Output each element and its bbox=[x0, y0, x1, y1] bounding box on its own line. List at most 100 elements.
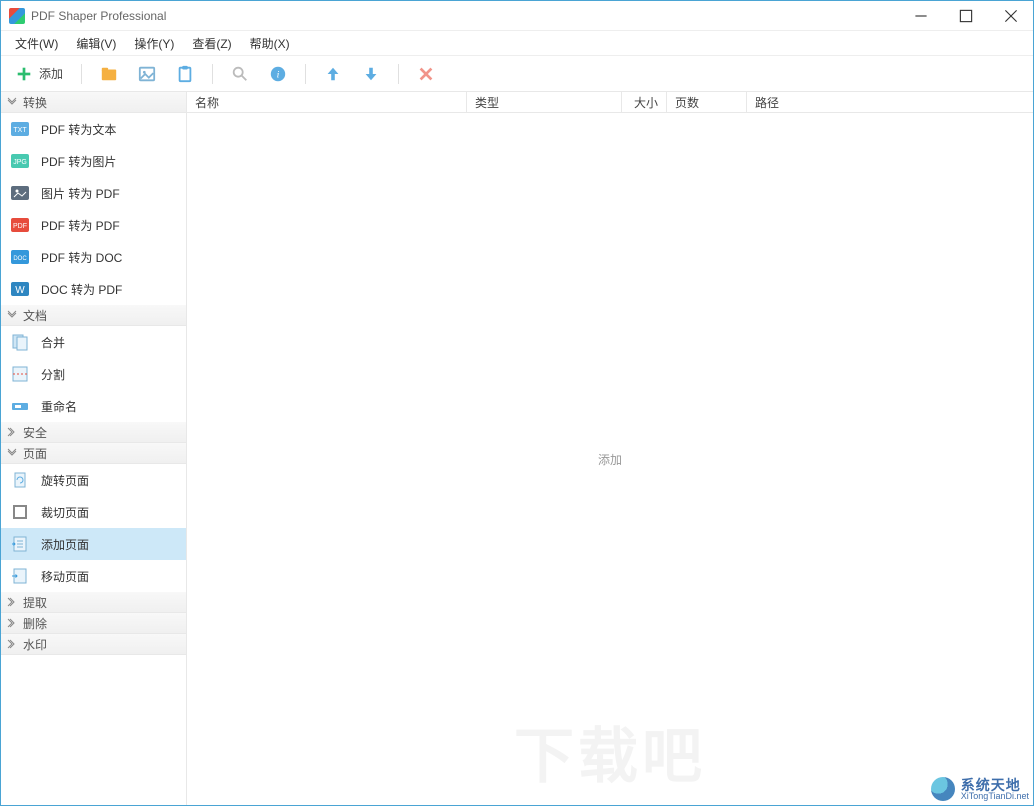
folder-button[interactable] bbox=[94, 60, 124, 88]
info-button[interactable]: i bbox=[263, 60, 293, 88]
col-pages[interactable]: 页数 bbox=[667, 92, 747, 112]
menu-view[interactable]: 查看(Z) bbox=[184, 32, 239, 55]
chevron-right-icon bbox=[7, 427, 17, 437]
menu-action[interactable]: 操作(Y) bbox=[126, 32, 182, 55]
image-icon bbox=[138, 65, 156, 83]
image-file-icon bbox=[11, 184, 29, 202]
app-icon bbox=[9, 8, 25, 24]
group-label: 页面 bbox=[23, 445, 47, 462]
svg-text:DOC: DOC bbox=[13, 256, 27, 262]
list-area: 名称 类型 大小 页数 路径 添加 下载吧 系统天地 XiTongTianDi.… bbox=[187, 92, 1033, 805]
group-label: 提取 bbox=[23, 594, 47, 611]
group-header-watermark[interactable]: 水印 bbox=[1, 634, 186, 655]
sidebar-item-doc-to-pdf[interactable]: W DOC 转为 PDF bbox=[1, 273, 186, 305]
add-button-label: 添加 bbox=[39, 65, 63, 82]
remove-button[interactable] bbox=[411, 60, 441, 88]
chevron-down-icon bbox=[7, 448, 17, 458]
sidebar-item-move-page[interactable]: 移动页面 bbox=[1, 560, 186, 592]
sidebar-item-rotate-page[interactable]: 旋转页面 bbox=[1, 464, 186, 496]
sidebar-item-label: 图片 转为 PDF bbox=[41, 185, 120, 202]
sidebar-item-image-to-pdf[interactable]: 图片 转为 PDF bbox=[1, 177, 186, 209]
group-header-convert[interactable]: 转换 bbox=[1, 92, 186, 113]
group-header-delete[interactable]: 删除 bbox=[1, 613, 186, 634]
svg-text:W: W bbox=[15, 285, 25, 296]
sidebar-item-split[interactable]: 分割 bbox=[1, 358, 186, 390]
col-path[interactable]: 路径 bbox=[747, 92, 1033, 112]
toolbar: 添加 i bbox=[1, 56, 1033, 92]
group-header-security[interactable]: 安全 bbox=[1, 422, 186, 443]
maximize-button[interactable] bbox=[943, 1, 988, 31]
sidebar-item-crop-page[interactable]: 裁切页面 bbox=[1, 496, 186, 528]
sidebar-item-label: 合并 bbox=[41, 334, 65, 351]
menu-help[interactable]: 帮助(X) bbox=[242, 32, 298, 55]
menubar: 文件(W) 编辑(V) 操作(Y) 查看(Z) 帮助(X) bbox=[1, 31, 1033, 56]
content: 转换 TXT PDF 转为文本 JPG PDF 转为图片 图片 转为 PDF P… bbox=[1, 92, 1033, 805]
sidebar-item-pdf-to-image[interactable]: JPG PDF 转为图片 bbox=[1, 145, 186, 177]
sidebar-item-label: DOC 转为 PDF bbox=[41, 281, 122, 298]
search-icon bbox=[231, 65, 249, 83]
word-icon: W bbox=[11, 280, 29, 298]
sidebar-item-label: PDF 转为 DOC bbox=[41, 249, 122, 266]
group-header-page[interactable]: 页面 bbox=[1, 443, 186, 464]
sidebar-item-label: 裁切页面 bbox=[41, 504, 89, 521]
list-placeholder: 添加 bbox=[598, 451, 622, 468]
sidebar: 转换 TXT PDF 转为文本 JPG PDF 转为图片 图片 转为 PDF P… bbox=[1, 92, 187, 805]
watermark-subtitle: XiTongTianDi.net bbox=[961, 792, 1029, 801]
sidebar-item-merge[interactable]: 合并 bbox=[1, 326, 186, 358]
col-type[interactable]: 类型 bbox=[467, 92, 622, 112]
merge-icon bbox=[11, 333, 29, 351]
sidebar-item-add-page[interactable]: 添加页面 bbox=[1, 528, 186, 560]
col-size[interactable]: 大小 bbox=[622, 92, 667, 112]
info-icon: i bbox=[269, 65, 287, 83]
sidebar-item-rename[interactable]: 重命名 bbox=[1, 390, 186, 422]
svg-text:JPG: JPG bbox=[13, 159, 27, 166]
add-page-icon bbox=[11, 535, 29, 553]
sidebar-item-label: 重命名 bbox=[41, 398, 77, 415]
list-body[interactable]: 添加 bbox=[187, 113, 1033, 805]
move-up-button[interactable] bbox=[318, 60, 348, 88]
sidebar-item-pdf-to-pdf[interactable]: PDF PDF 转为 PDF bbox=[1, 209, 186, 241]
arrow-down-icon bbox=[362, 65, 380, 83]
plus-icon bbox=[15, 65, 33, 83]
rotate-icon bbox=[11, 471, 29, 489]
image-button[interactable] bbox=[132, 60, 162, 88]
sidebar-item-label: 移动页面 bbox=[41, 568, 89, 585]
group-label: 文档 bbox=[23, 307, 47, 324]
svg-text:TXT: TXT bbox=[13, 127, 27, 134]
menu-edit[interactable]: 编辑(V) bbox=[68, 32, 124, 55]
clipboard-icon bbox=[176, 65, 194, 83]
toolbar-separator bbox=[212, 64, 213, 84]
svg-text:i: i bbox=[277, 69, 280, 80]
sidebar-item-pdf-to-doc[interactable]: DOC PDF 转为 DOC bbox=[1, 241, 186, 273]
group-label: 删除 bbox=[23, 615, 47, 632]
move-page-icon bbox=[11, 567, 29, 585]
crop-icon bbox=[11, 503, 29, 521]
col-name[interactable]: 名称 bbox=[187, 92, 467, 112]
watermark-logo-icon bbox=[931, 777, 955, 801]
group-header-document[interactable]: 文档 bbox=[1, 305, 186, 326]
window-controls bbox=[898, 1, 1033, 31]
sidebar-item-label: PDF 转为文本 bbox=[41, 121, 116, 138]
group-header-extract[interactable]: 提取 bbox=[1, 592, 186, 613]
toolbar-separator bbox=[305, 64, 306, 84]
svg-text:PDF: PDF bbox=[13, 223, 27, 230]
close-button[interactable] bbox=[988, 1, 1033, 31]
txt-icon: TXT bbox=[11, 120, 29, 138]
chevron-down-icon bbox=[7, 310, 17, 320]
paste-button[interactable] bbox=[170, 60, 200, 88]
sidebar-item-label: 分割 bbox=[41, 366, 65, 383]
close-icon bbox=[1002, 7, 1020, 25]
search-button[interactable] bbox=[225, 60, 255, 88]
chevron-right-icon bbox=[7, 597, 17, 607]
toolbar-separator bbox=[398, 64, 399, 84]
minimize-button[interactable] bbox=[898, 1, 943, 31]
add-button[interactable]: 添加 bbox=[9, 60, 69, 88]
group-label: 水印 bbox=[23, 636, 47, 653]
menu-file[interactable]: 文件(W) bbox=[7, 32, 66, 55]
sidebar-item-pdf-to-text[interactable]: TXT PDF 转为文本 bbox=[1, 113, 186, 145]
move-down-button[interactable] bbox=[356, 60, 386, 88]
minimize-icon bbox=[912, 7, 930, 25]
list-header: 名称 类型 大小 页数 路径 bbox=[187, 92, 1033, 113]
folder-icon bbox=[100, 65, 118, 83]
sidebar-item-label: 添加页面 bbox=[41, 536, 89, 553]
